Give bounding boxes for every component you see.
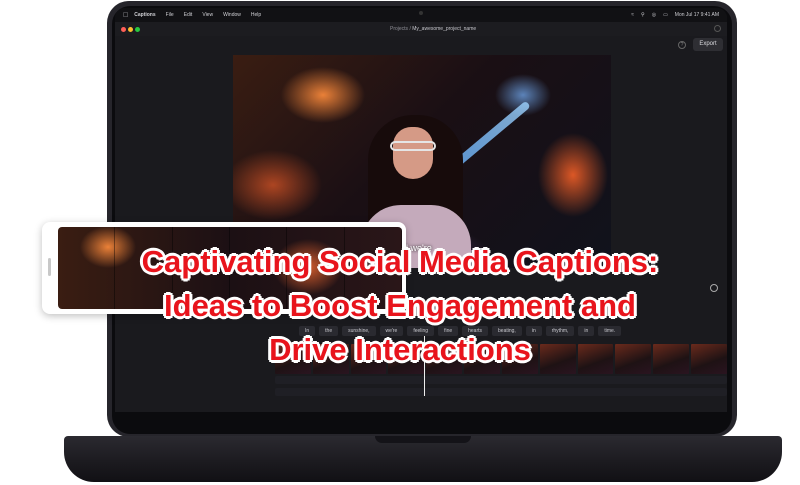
close-window-button[interactable]	[121, 27, 126, 32]
menu-edit[interactable]: Edit	[184, 12, 193, 18]
title-bar: Projects / My_awesome_project_name	[115, 22, 727, 36]
person-face	[393, 127, 433, 179]
camera-icon	[419, 11, 423, 15]
headline-line-3: Drive Interactions	[269, 332, 531, 367]
zoom-window-button[interactable]	[135, 27, 140, 32]
menu-file[interactable]: File	[166, 12, 174, 18]
menu-view[interactable]: View	[202, 12, 213, 18]
battery-icon[interactable]: ▭	[663, 12, 668, 18]
menu-clock[interactable]: Mon Jul 17 9:41 AM	[675, 12, 719, 18]
minimize-window-button[interactable]	[128, 27, 133, 32]
control-center-icon[interactable]: ◎	[652, 12, 656, 18]
wifi-icon[interactable]: ≈	[631, 12, 634, 18]
headline-line-1: Captivating Social Media Captions:	[141, 244, 659, 279]
project-name[interactable]: My_awesome_project_name	[412, 26, 476, 32]
apple-icon[interactable]: 	[123, 12, 128, 19]
laptop-notch	[375, 436, 471, 443]
toolbar: ? Export	[115, 36, 727, 54]
headline-line-2: Ideas to Boost Engagement and	[164, 288, 636, 323]
settings-icon[interactable]	[714, 25, 721, 32]
breadcrumb: Projects / My_awesome_project_name	[390, 26, 477, 32]
export-button[interactable]: Export	[693, 38, 723, 51]
caption-track[interactable]	[275, 388, 727, 396]
audio-track[interactable]	[275, 376, 727, 384]
status-area: ≈ ⚲ ◎ ▭ Mon Jul 17 9:41 AM	[631, 12, 719, 18]
breadcrumb-root[interactable]: Projects	[390, 26, 408, 32]
menu-window[interactable]: Window	[223, 12, 241, 18]
glasses	[390, 141, 436, 151]
search-icon[interactable]: ⚲	[641, 12, 645, 18]
help-icon[interactable]: ?	[678, 41, 686, 49]
menu-app-name[interactable]: Captions	[134, 12, 155, 18]
menu-help[interactable]: Help	[251, 12, 261, 18]
